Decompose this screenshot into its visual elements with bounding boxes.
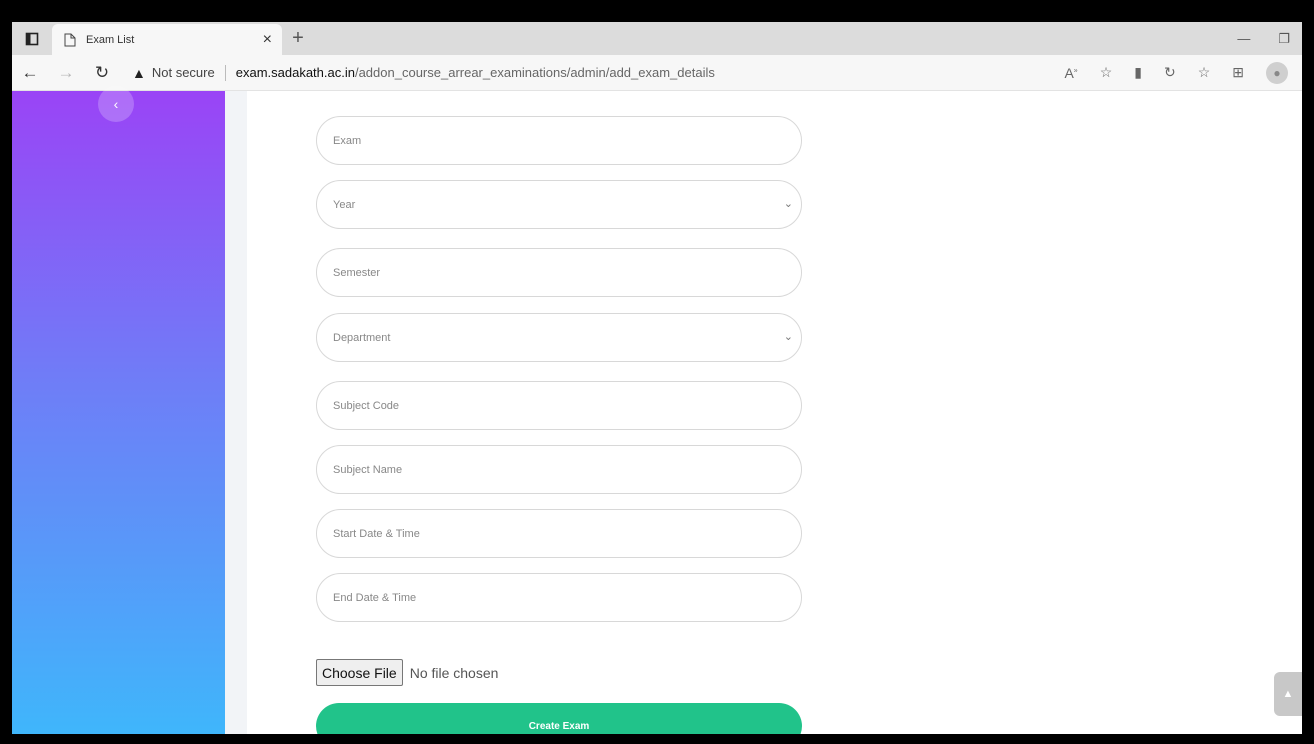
end-datetime-input[interactable]: End Date & Time bbox=[316, 573, 802, 622]
subject-code-placeholder: Subject Code bbox=[333, 399, 400, 412]
reload-button[interactable]: ↻ bbox=[84, 63, 120, 83]
page-icon bbox=[64, 33, 76, 46]
year-select[interactable]: Year ⌄ bbox=[316, 180, 802, 229]
choose-file-button[interactable]: Choose File bbox=[316, 659, 403, 686]
separator bbox=[224, 64, 226, 81]
start-datetime-input[interactable]: Start Date & Time bbox=[316, 509, 802, 558]
extension-icon[interactable]: ▮ bbox=[1134, 64, 1142, 81]
url-field[interactable]: ▲ Not secure exam.sadakath.ac.in /addon_… bbox=[132, 64, 715, 81]
collapse-sidebar-button[interactable]: ‹ bbox=[98, 86, 134, 122]
sidebar: ‹ bbox=[12, 86, 225, 734]
semester-placeholder: Semester bbox=[333, 266, 381, 279]
read-aloud-icon[interactable]: A» bbox=[1064, 65, 1077, 81]
refresh-extension-icon[interactable]: ↻ bbox=[1164, 64, 1176, 81]
page-content: ‹ Exam Year ⌄ Semester Department ⌄ Subj… bbox=[12, 86, 1302, 734]
warning-icon: ▲ bbox=[132, 64, 146, 81]
address-bar: ← → ↻ ▲ Not secure exam.sadakath.ac.in /… bbox=[12, 55, 1302, 91]
scroll-to-top-button[interactable]: ▲ bbox=[1274, 672, 1302, 716]
chevron-down-icon: ⌄ bbox=[783, 331, 793, 343]
subject-name-placeholder: Subject Name bbox=[333, 463, 403, 476]
add-favorite-icon[interactable]: ☆ bbox=[1100, 64, 1113, 81]
browser-window: Exam List × + — ❐ ← → ↻ ▲ Not secure exa… bbox=[12, 22, 1302, 734]
collections-icon[interactable]: ⊞ bbox=[1232, 64, 1244, 81]
url-path: /addon_course_arrear_examinations/admin/… bbox=[354, 65, 715, 80]
exam-placeholder: Exam bbox=[333, 134, 362, 147]
tab-title: Exam List bbox=[86, 33, 135, 46]
minimize-button[interactable]: — bbox=[1237, 31, 1250, 46]
create-exam-button[interactable]: Create Exam bbox=[316, 703, 802, 734]
file-status: No file chosen bbox=[409, 664, 499, 681]
security-label[interactable]: Not secure bbox=[152, 65, 215, 80]
exam-input[interactable]: Exam bbox=[316, 116, 802, 165]
department-placeholder: Department bbox=[333, 331, 391, 344]
tab-actions-icon[interactable] bbox=[12, 22, 52, 55]
subject-name-input[interactable]: Subject Name bbox=[316, 445, 802, 494]
tab-close-icon[interactable]: × bbox=[263, 31, 272, 49]
year-placeholder: Year bbox=[333, 198, 356, 211]
restore-button[interactable]: ❐ bbox=[1278, 31, 1290, 47]
sidebar-divider bbox=[225, 91, 247, 734]
tab-exam-list[interactable]: Exam List × bbox=[52, 24, 282, 55]
department-select[interactable]: Department ⌄ bbox=[316, 313, 802, 362]
start-datetime-placeholder: Start Date & Time bbox=[333, 527, 420, 540]
url-host: exam.sadakath.ac.in bbox=[235, 65, 355, 80]
chevron-down-icon: ⌄ bbox=[783, 198, 793, 210]
profile-icon[interactable]: ● bbox=[1266, 61, 1288, 84]
tab-strip: Exam List × + — ❐ bbox=[12, 22, 1302, 55]
favorites-icon[interactable]: ☆ bbox=[1198, 64, 1211, 81]
semester-input[interactable]: Semester bbox=[316, 248, 802, 297]
new-tab-button[interactable]: + bbox=[282, 22, 314, 55]
end-datetime-placeholder: End Date & Time bbox=[333, 591, 417, 604]
forward-button[interactable]: → bbox=[48, 63, 84, 83]
back-button[interactable]: ← bbox=[12, 63, 48, 83]
subject-code-input[interactable]: Subject Code bbox=[316, 381, 802, 430]
file-upload: Choose File No file chosen bbox=[316, 659, 498, 686]
